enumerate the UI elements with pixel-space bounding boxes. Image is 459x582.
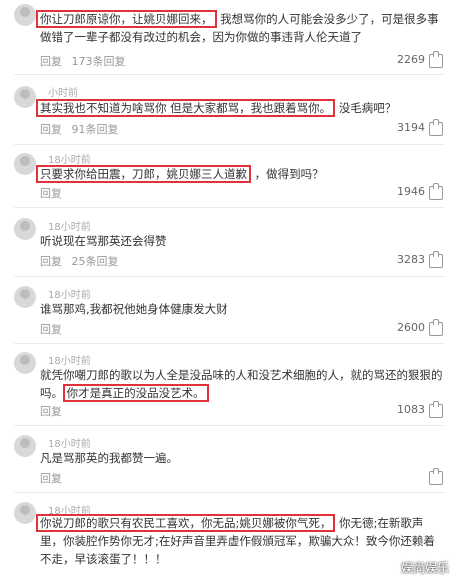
comment-actions: 回复 173条回复: [40, 53, 126, 69]
divider: [14, 492, 445, 493]
comment-meta: 18小时前: [40, 286, 91, 301]
thumbs-up-icon[interactable]: [429, 468, 443, 485]
comment-meta: 小时前: [40, 84, 78, 99]
comment-actions: 回复: [40, 403, 68, 419]
comment-text: 只要求你给田震，刀郎，姚贝娜三人道歉 ，做得到吗？: [36, 165, 445, 183]
timestamp: 小时前: [48, 88, 78, 99]
comment-text: 就凭你嘲刀郎的歌以为人全是没品味的人和没艺术细胞的人，就的骂还的狠狠的吗。 你才…: [40, 368, 443, 402]
thumbs-up-icon[interactable]: [429, 119, 443, 136]
thumbs-up-icon[interactable]: [429, 251, 443, 268]
comment-actions: 回复: [40, 321, 68, 337]
like-count: 2269: [397, 53, 425, 66]
replies-count-link[interactable]: 91条回复: [72, 123, 119, 136]
comment-actions: 回复: [40, 185, 68, 201]
divider: [14, 425, 445, 426]
reply-button[interactable]: 回复: [40, 55, 62, 68]
comment-actions: 回复: [40, 470, 68, 486]
reply-button[interactable]: 回复: [40, 472, 62, 485]
comment-text: 谁骂那鸡,我都祝他她身体健康发大财: [40, 302, 228, 316]
divider: [14, 343, 445, 344]
highlighted-text: 你才是真正的没品没艺术。: [62, 384, 209, 402]
comment-text: 你说刀郎的歌只有农民工喜欢，你无品;姚贝娜被你气死， 你无德;在新歌声里，你装腔…: [36, 514, 445, 568]
reply-button[interactable]: 回复: [40, 187, 62, 200]
comment-actions: 回复 25条回复: [40, 253, 119, 269]
comment-meta: 18小时前: [40, 435, 91, 450]
like-count: 1946: [397, 185, 425, 198]
thumbs-up-icon[interactable]: [429, 319, 443, 336]
reply-button[interactable]: 回复: [40, 405, 62, 418]
comment-text: 你让刀郎原谅你，让姚贝娜回来， 我想骂你的人可能会没多少了，可是很多事做错了一辈…: [36, 10, 445, 46]
reply-button[interactable]: 回复: [40, 323, 62, 336]
divider: [14, 207, 445, 208]
avatar[interactable]: [14, 435, 36, 457]
avatar[interactable]: [14, 4, 36, 26]
avatar[interactable]: [14, 218, 36, 240]
comment-text: 凡是骂那英的我都赞一遍。: [40, 451, 178, 465]
like-count: 2600: [397, 321, 425, 334]
highlighted-text: 其实我也不知道为啥骂你 但是大家都骂，我也跟着骂你。: [36, 99, 336, 117]
comment-meta: 18小时前: [40, 352, 91, 367]
comment-text: 其实我也不知道为啥骂你 但是大家都骂，我也跟着骂你。 没毛病吧？: [36, 99, 445, 117]
highlighted-text: 你说刀郎的歌只有农民工喜欢，你无品;姚贝娜被你气死，: [36, 514, 336, 532]
like-count: 3194: [397, 121, 425, 134]
replies-count-link[interactable]: 25条回复: [72, 255, 119, 268]
avatar[interactable]: [14, 86, 36, 108]
divider: [14, 276, 445, 277]
avatar[interactable]: [14, 502, 36, 524]
comment-text: 听说现在骂那英还会得赞: [40, 234, 167, 248]
like-count: 3283: [397, 253, 425, 266]
avatar[interactable]: [14, 153, 36, 175]
divider: [14, 144, 445, 145]
divider: [14, 74, 445, 75]
highlighted-text: 只要求你给田震，刀郎，姚贝娜三人道歉: [36, 165, 251, 183]
avatar[interactable]: [14, 352, 36, 374]
highlighted-text: 你让刀郎原谅你，让姚贝娜回来，: [36, 10, 217, 28]
reply-button[interactable]: 回复: [40, 255, 62, 268]
watermark: 娱尚娱乐: [400, 561, 449, 575]
replies-count-link[interactable]: 173条回复: [72, 55, 126, 68]
thumbs-up-icon[interactable]: [429, 51, 443, 68]
comment-meta: 18小时前: [40, 218, 91, 233]
reply-button[interactable]: 回复: [40, 123, 62, 136]
thumbs-up-icon[interactable]: [429, 183, 443, 200]
like-count: 1083: [397, 403, 425, 416]
comment-actions: 回复 91条回复: [40, 121, 119, 137]
thumbs-up-icon[interactable]: [429, 401, 443, 418]
comment-meta: 18小时前: [40, 151, 91, 166]
avatar[interactable]: [14, 286, 36, 308]
